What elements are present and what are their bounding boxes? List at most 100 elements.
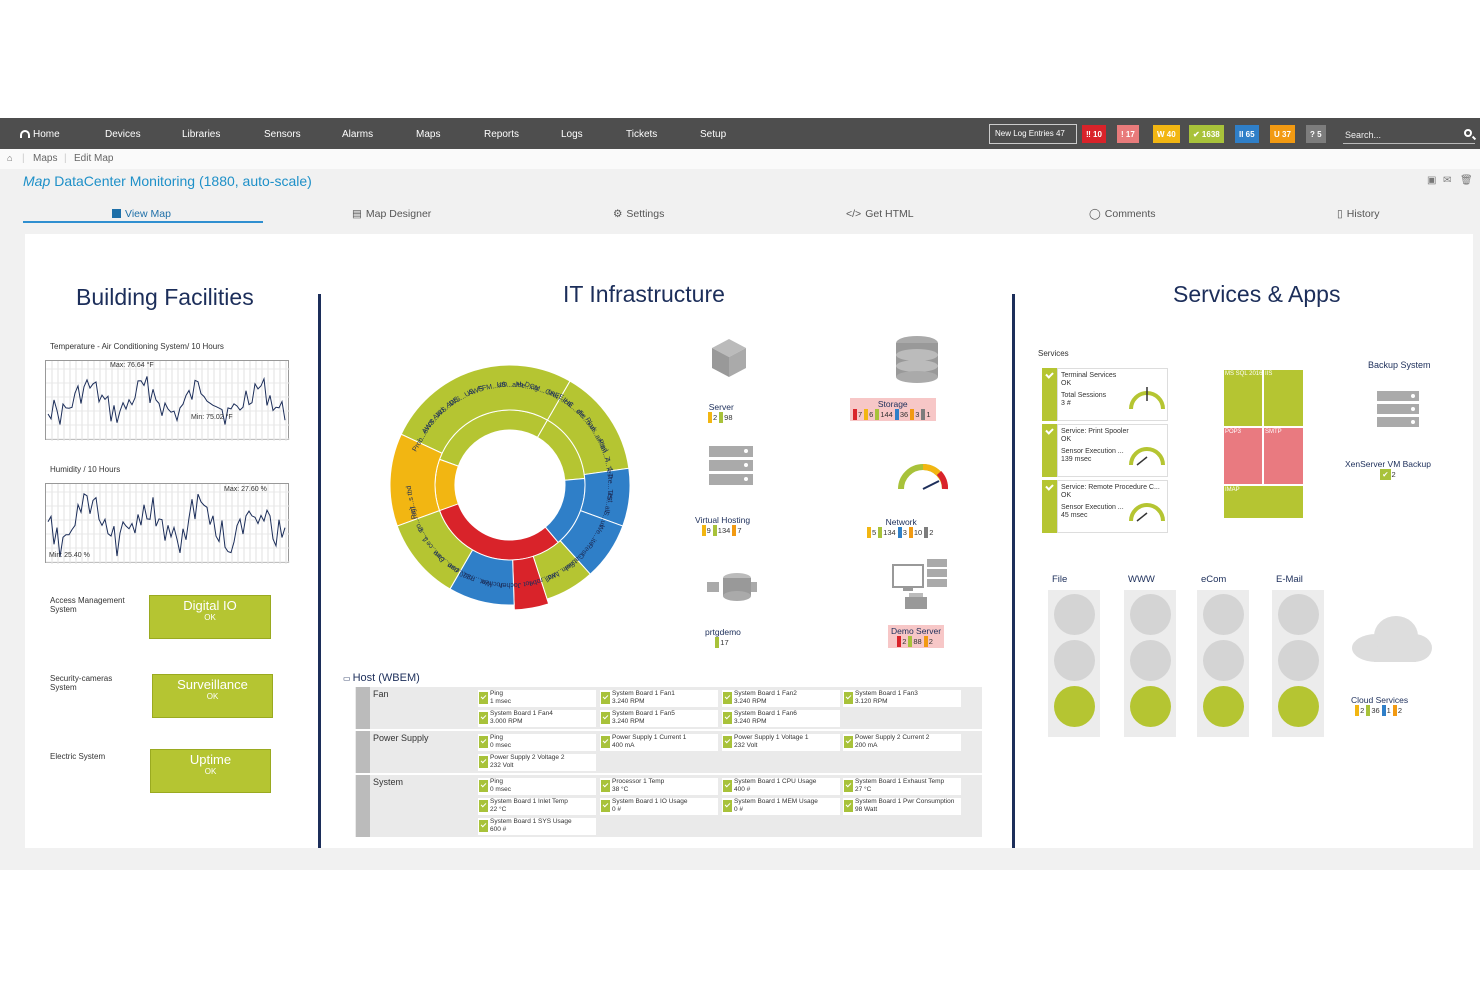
nav-maps[interactable]: Maps [416, 129, 440, 140]
sensor-cell[interactable]: Power Supply 1 Voltage 1 232 Volt [722, 734, 840, 751]
sunburst-segment[interactable] [434, 458, 459, 512]
tab-comments[interactable]: ◯ Comments [1089, 208, 1156, 220]
service-sensor[interactable]: Service: Remote Procedure C... OK Sensor … [1042, 480, 1168, 533]
sensor-cell[interactable]: System Board 1 Fan6 3.240 RPM [722, 710, 840, 727]
backup-server-icon[interactable] [1377, 391, 1419, 429]
server-device[interactable]: Server 2 98 [708, 402, 735, 424]
sensor-cell[interactable]: Power Supply 1 Current 1 400 mA [600, 734, 718, 751]
badge-up-text: ✔ 1638 [1193, 130, 1220, 139]
tab-history[interactable]: ▯ History [1337, 208, 1379, 220]
search-input[interactable] [1343, 126, 1475, 144]
sensor-cell[interactable]: System Board 1 Fan2 3.240 RPM [722, 690, 840, 707]
nav-setup[interactable]: Setup [700, 129, 726, 140]
breadcrumb-maps[interactable]: Maps [33, 153, 57, 164]
treemap-cell-imap[interactable]: IMAP [1223, 485, 1304, 519]
sensor-cell[interactable]: Ping 0 msec [478, 778, 596, 795]
uptime-status[interactable]: Uptime OK [150, 749, 271, 793]
sensor-cell[interactable]: System Board 1 Fan1 3.240 RPM [600, 690, 718, 707]
sensor-cell[interactable]: Ping 1 msec [478, 690, 596, 707]
sensor-cell[interactable]: System Board 1 IO Usage 0 # [600, 798, 718, 815]
sensor-cell[interactable]: Processor 1 Temp 38 °C [600, 778, 718, 795]
trash-icon[interactable]: 🗑 [1460, 175, 1473, 186]
nav-devices[interactable]: Devices [105, 129, 141, 140]
nav-libraries[interactable]: Libraries [182, 129, 220, 140]
badge-paused[interactable]: ll 65 [1235, 125, 1259, 143]
virtual-hosting-device[interactable]: Virtual Hosting 9 134 7 [695, 515, 750, 537]
search-icon[interactable] [1464, 129, 1472, 137]
traffic-light-label: E-Mail [1276, 574, 1303, 585]
network-device[interactable]: Network 5 134 3 10 2 [867, 517, 935, 539]
storage-array-icon[interactable] [707, 572, 757, 602]
nav-sensors[interactable]: Sensors [264, 129, 301, 140]
treemap-cell-smtp[interactable]: SMTP [1263, 427, 1304, 485]
breadcrumb-edit-map[interactable]: Edit Map [74, 153, 113, 164]
badge-unknown[interactable]: ? 5 [1306, 125, 1326, 143]
traffic-light[interactable] [1124, 590, 1176, 737]
service-sensor[interactable]: Service: Print Spooler OK Sensor Executio… [1042, 424, 1168, 477]
server-rack-icon[interactable] [708, 445, 754, 487]
database-icon[interactable] [895, 335, 939, 385]
sensor-cell[interactable]: System Board 1 MEM Usage 0 # [722, 798, 840, 815]
sensor-cell[interactable]: System Board 1 Fan4 3.000 RPM [478, 710, 596, 727]
sensor-name: System Board 1 Fan2 [734, 690, 797, 697]
sensor-cell[interactable]: Ping 0 msec [478, 734, 596, 751]
badge-warning[interactable]: W 40 [1153, 125, 1180, 143]
workstation-icon[interactable] [891, 557, 951, 613]
prtgdemo-device[interactable]: prtgdemo 17 [705, 627, 741, 649]
badge-unusual[interactable]: U 37 [1270, 125, 1295, 143]
badge-down[interactable]: ‼ 10 [1082, 125, 1106, 143]
nav-reports[interactable]: Reports [484, 129, 519, 140]
treemap-cell-iis[interactable]: IIS [1263, 369, 1304, 427]
temp-max: Max: 76.64 °F [110, 362, 154, 369]
cube-icon[interactable] [710, 337, 748, 379]
gauge-icon[interactable] [895, 451, 951, 497]
sensor-cell[interactable]: System Board 1 Fan5 3.240 RPM [600, 710, 718, 727]
digital-io-status[interactable]: Digital IO OK [149, 595, 271, 639]
badge-partial-down[interactable]: ! 17 [1117, 125, 1139, 143]
traffic-light[interactable] [1272, 590, 1324, 737]
traffic-light[interactable] [1048, 590, 1100, 737]
new-log-entries[interactable]: New Log Entries 47 [989, 124, 1077, 144]
sensor-cell[interactable]: System Board 1 Pwr Consumption 98 Watt [843, 798, 961, 815]
storage-device[interactable]: Storage 7 6 144 36 3 1 [850, 398, 936, 422]
nav-tickets[interactable]: Tickets [626, 129, 657, 140]
surveillance-status[interactable]: Surveillance OK [152, 674, 273, 718]
tab-map-designer[interactable]: ▤ Map Designer [352, 208, 431, 220]
sunburst-chart[interactable]: Prob...eviceAWS...AUAWS...DEAWS...USAWSF… [375, 330, 655, 630]
sensor-name: System Board 1 MEM Usage [734, 798, 818, 805]
temp-min: Min: 75.02 °F [191, 414, 233, 421]
mail-icon[interactable]: ✉ [1443, 175, 1451, 186]
sensor-cell[interactable]: System Board 1 SYS Usage 600 # [478, 818, 596, 835]
sensor-cell[interactable]: System Board 1 Fan3 3.120 RPM [843, 690, 961, 707]
export-icon[interactable]: ▣ [1427, 175, 1436, 186]
sensor-cell[interactable]: System Board 1 Exhaust Temp 27 °C [843, 778, 961, 795]
nav-alarms[interactable]: Alarms [342, 129, 373, 140]
treemap-cell-pop3[interactable]: POP3 [1223, 427, 1263, 485]
host-wbem-title[interactable]: ▭ Host (WBEM) [343, 672, 420, 684]
treemap[interactable]: MS SQL 2016 IIS POP3 SMTP IMAP [1223, 369, 1304, 519]
humidity-chart[interactable]: Max: 27.60 % Min: 25.40 % [45, 483, 290, 564]
sensor-cell[interactable]: System Board 1 CPU Usage 400 # [722, 778, 840, 795]
tab-get-html[interactable]: </> Get HTML [846, 208, 914, 220]
nav-logs[interactable]: Logs [561, 129, 583, 140]
sensor-cell[interactable]: Power Supply 2 Voltage 2 232 Volt [478, 754, 596, 771]
badge-up[interactable]: ✔ 1638 [1189, 125, 1224, 143]
sensor-cell[interactable]: Power Supply 2 Current 2 200 mA [843, 734, 961, 751]
demo-server-device[interactable]: Demo Server 2 88 2 [888, 625, 945, 649]
nav-home[interactable]: Home [20, 129, 60, 140]
prtgdemo-label: prtgdemo [705, 627, 741, 637]
xenserver-backup[interactable]: XenServer VM Backup ✔ 2 [1345, 459, 1431, 481]
traffic-light[interactable] [1197, 590, 1249, 737]
tab-view-map[interactable]: View Map [112, 208, 171, 220]
temperature-chart[interactable]: Max: 76.64 °F Min: 75.02 °F [45, 360, 290, 441]
treemap-cell-mssql[interactable]: MS SQL 2016 [1223, 369, 1263, 427]
cloud-icon[interactable] [1350, 614, 1434, 666]
network-label: Network [885, 517, 917, 527]
sensor-cell[interactable]: System Board 1 Inlet Temp 22 °C [478, 798, 596, 815]
status-chip-value: 2 [928, 637, 933, 646]
home-breadcrumb-icon[interactable]: ⌂ [7, 153, 12, 163]
service-sensor[interactable]: Terminal Services OK Total Sessions 3 # [1042, 368, 1168, 421]
sensor-value: 22 °C [490, 805, 507, 813]
tab-settings[interactable]: ⚙ Settings [613, 208, 664, 220]
cloud-services[interactable]: Cloud Services 2 36 1 2 [1351, 695, 1408, 717]
